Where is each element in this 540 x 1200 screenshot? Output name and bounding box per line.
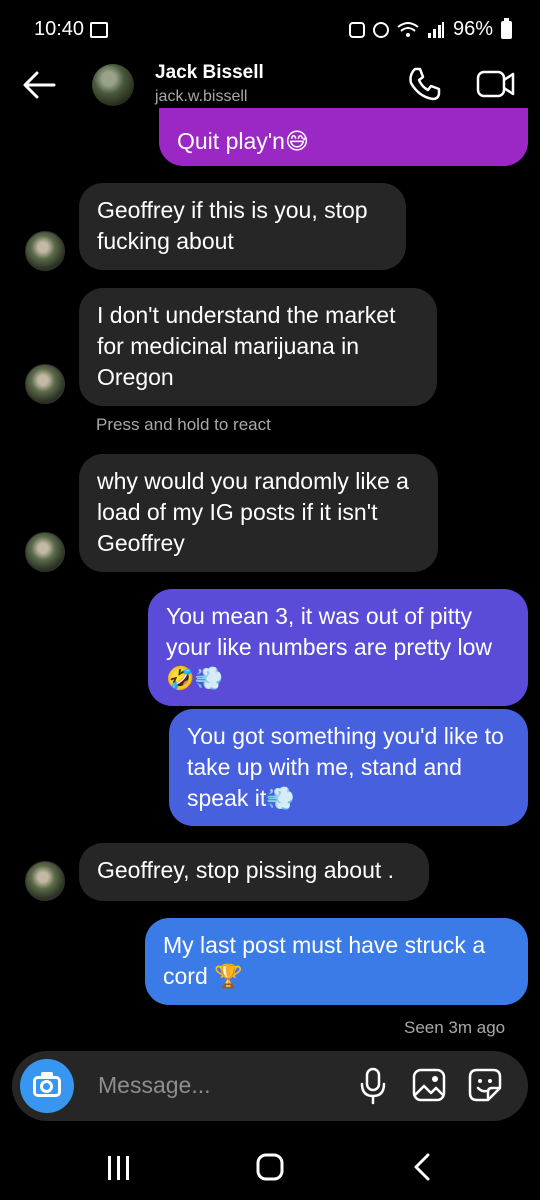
message-incoming[interactable]: Geoffrey if this is you, stop fucking ab… [79,183,406,270]
message-composer: Message... [12,1051,528,1121]
system-nav-bar [0,1138,540,1200]
message-text: My last post must have struck a cord 🏆 [163,932,486,989]
contact-username[interactable]: jack.w.bissell [155,88,247,106]
react-hint: Press and hold to react [96,415,271,434]
wifi-icon [397,21,419,37]
sender-avatar[interactable] [25,364,65,404]
camera-button[interactable] [20,1059,74,1113]
contact-avatar[interactable] [92,64,134,106]
status-bar: 10:40 96% [0,0,540,58]
back-arrow-icon[interactable] [22,70,56,100]
message-text: Geoffrey if this is you, stop fucking ab… [97,197,368,254]
sender-avatar[interactable] [25,231,65,271]
message-text: Quit play'n😅 [177,128,309,154]
phone-call-icon[interactable] [406,66,442,102]
contact-name[interactable]: Jack Bissell [155,62,264,84]
gallery-notification-icon [90,22,108,38]
home-icon[interactable] [256,1153,284,1181]
battery-icon [501,17,512,39]
message-incoming[interactable]: I don't understand the market for medici… [79,288,437,406]
message-text: Geoffrey, stop pissing about . [97,857,395,883]
message-text: You got something you'd like to take up … [187,723,504,811]
video-call-icon[interactable] [476,68,516,100]
lock-icon [348,21,365,38]
back-nav-icon[interactable] [410,1153,432,1181]
sender-avatar[interactable] [25,532,65,572]
message-outgoing[interactable]: You got something you'd like to take up … [169,709,528,826]
message-outgoing[interactable]: You mean 3, it was out of pitty your lik… [148,589,528,706]
message-incoming[interactable]: why would you randomly like a load of my… [79,454,438,572]
message-outgoing[interactable]: My last post must have struck a cord 🏆 [145,918,528,1005]
microphone-icon[interactable] [360,1067,386,1105]
battery-percent: 96% [452,18,493,40]
signal-icon [427,21,444,38]
message-outgoing[interactable]: Quit play'n😅 [159,108,528,166]
recent-apps-icon[interactable] [106,1154,132,1182]
message-text: I don't understand the market for medici… [97,302,396,390]
message-text: You mean 3, it was out of pitty your lik… [166,603,492,691]
alarm-icon [372,21,389,38]
gallery-icon[interactable] [412,1068,446,1102]
message-incoming[interactable]: Geoffrey, stop pissing about . [79,843,429,901]
status-right-icons: 96% [348,17,512,41]
seen-status: Seen 3m ago [404,1018,506,1037]
status-time: 10:40 [34,18,85,40]
message-input[interactable]: Message... [98,1072,211,1099]
message-text: why would you randomly like a load of my… [97,468,409,556]
sender-avatar[interactable] [25,861,65,901]
sticker-icon[interactable] [468,1068,502,1102]
